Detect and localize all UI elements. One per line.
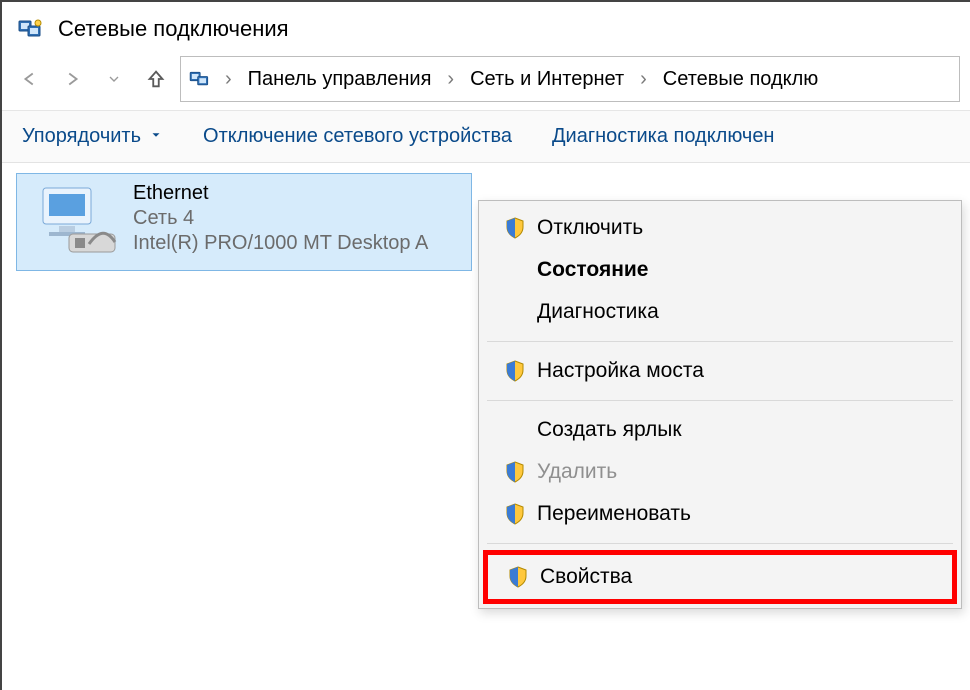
menu-item-label: Свойства xyxy=(540,565,944,589)
context-menu: Отключить Состояние Диагностика Настройк… xyxy=(478,200,962,609)
menu-item-disable[interactable]: Отключить xyxy=(487,207,953,249)
nav-back-button[interactable] xyxy=(12,61,48,97)
highlight-annotation: Свойства xyxy=(483,550,957,604)
nav-recent-dropdown[interactable] xyxy=(96,61,132,97)
connection-device: Intel(R) PRO/1000 MT Desktop A xyxy=(133,232,461,255)
menu-item-properties[interactable]: Свойства xyxy=(490,556,950,598)
window-network-connections: Сетевые подключения › Панель xyxy=(0,0,970,690)
shield-icon xyxy=(493,503,537,525)
connection-name: Ethernet xyxy=(133,182,461,205)
breadcrumb-separator-icon: › xyxy=(219,68,238,91)
network-connections-icon xyxy=(18,17,46,41)
breadcrumb-item-control-panel[interactable]: Панель управления xyxy=(244,66,436,93)
breadcrumb-location-icon xyxy=(189,69,213,89)
window-title: Сетевые подключения xyxy=(58,16,289,42)
connection-item-ethernet[interactable]: Ethernet Сеть 4 Intel(R) PRO/1000 MT Des… xyxy=(16,173,472,271)
menu-separator xyxy=(487,341,953,342)
breadcrumb-separator-icon: › xyxy=(441,68,460,91)
nav-up-button[interactable] xyxy=(138,61,174,97)
nav-forward-button[interactable] xyxy=(54,61,90,97)
menu-item-rename[interactable]: Переименовать xyxy=(487,493,953,535)
menu-item-label: Переименовать xyxy=(537,502,947,526)
menu-item-label: Отключить xyxy=(537,216,947,240)
menu-item-label: Диагностика xyxy=(537,300,947,324)
breadcrumb-item-network-internet[interactable]: Сеть и Интернет xyxy=(466,66,628,93)
menu-item-bridge[interactable]: Настройка моста xyxy=(487,350,953,392)
connection-text: Ethernet Сеть 4 Intel(R) PRO/1000 MT Des… xyxy=(133,182,461,262)
shield-icon xyxy=(496,566,540,588)
toolbar-diagnose-button[interactable]: Диагностика подключен xyxy=(552,125,774,148)
shield-icon xyxy=(493,461,537,483)
breadcrumb-separator-icon: › xyxy=(634,68,653,91)
navbar: › Панель управления › Сеть и Интернет › … xyxy=(2,48,970,111)
shield-icon xyxy=(493,217,537,239)
toolbar-organize-label: Упорядочить xyxy=(22,125,141,148)
chevron-down-icon xyxy=(149,125,163,148)
connection-network: Сеть 4 xyxy=(133,207,461,230)
shield-icon xyxy=(493,360,537,382)
menu-item-label: Настройка моста xyxy=(537,359,947,383)
toolbar-disable-device-button[interactable]: Отключение сетевого устройства xyxy=(203,125,512,148)
menu-separator xyxy=(487,400,953,401)
toolbar-organize-button[interactable]: Упорядочить xyxy=(22,125,163,148)
menu-separator xyxy=(487,543,953,544)
menu-item-label: Создать ярлык xyxy=(537,418,947,442)
menu-item-diagnostics[interactable]: Диагностика xyxy=(487,291,953,333)
connection-adapter-icon xyxy=(23,182,133,262)
titlebar: Сетевые подключения xyxy=(2,2,970,48)
toolbar: Упорядочить Отключение сетевого устройст… xyxy=(2,111,970,163)
menu-item-status[interactable]: Состояние xyxy=(487,249,953,291)
menu-item-create-shortcut[interactable]: Создать ярлык xyxy=(487,409,953,451)
breadcrumb-item-network-connections[interactable]: Сетевые подклю xyxy=(659,66,822,93)
menu-item-label: Удалить xyxy=(537,460,947,484)
menu-item-delete: Удалить xyxy=(487,451,953,493)
address-breadcrumb[interactable]: › Панель управления › Сеть и Интернет › … xyxy=(180,56,960,102)
menu-item-label: Состояние xyxy=(537,258,947,282)
